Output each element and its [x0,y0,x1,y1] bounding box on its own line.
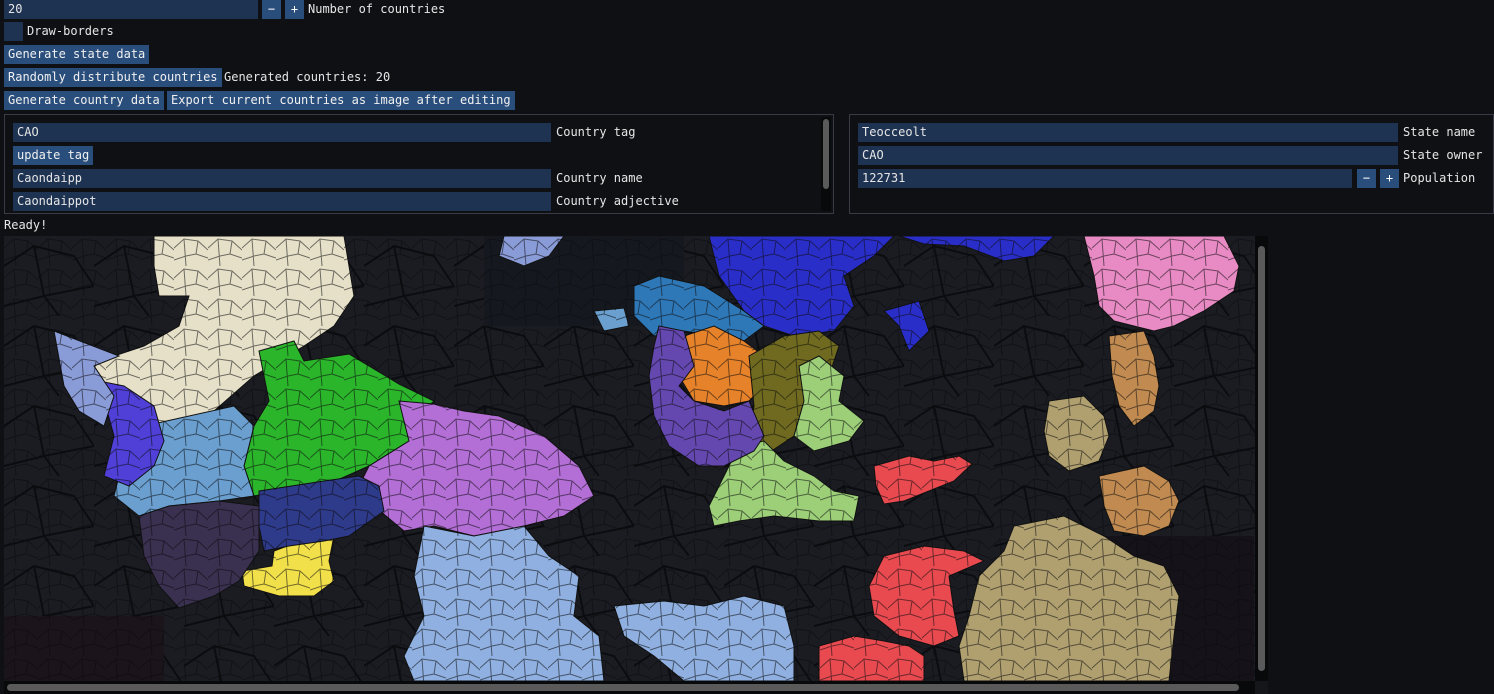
state-name-label: State name [1403,125,1476,139]
map-vertical-scrollbar[interactable] [1255,236,1268,681]
state-panel: Teocceolt State name CAO State owner 122… [849,114,1494,214]
state-owner-input[interactable]: CAO [858,146,1398,165]
country-panel: CAO Country tag update tag Caondaipp Cou… [4,114,834,214]
map-horizontal-scroll-thumb[interactable] [7,684,1239,691]
country-tag-label: Country tag [556,125,636,139]
draw-borders-checkbox[interactable] [4,22,23,41]
map-vertical-scroll-thumb[interactable] [1258,246,1265,671]
country-adjective-input[interactable]: Caondaippot [13,192,551,211]
country-name-label: Country name [556,171,643,185]
generated-countries-text: Generated countries: 20 [224,70,391,84]
population-input[interactable]: 122731 [858,169,1352,188]
country-tag-input[interactable]: CAO [13,123,551,142]
status-text: Ready! [4,218,48,232]
state-owner-label: State owner [1403,148,1483,162]
state-name-input[interactable]: Teocceolt [858,123,1398,142]
country-panel-scrollbar[interactable] [821,117,831,211]
country-name-input[interactable]: Caondaipp [13,169,551,188]
country-count-label: Number of countries [308,2,446,16]
population-increment-button[interactable]: + [1380,169,1399,188]
randomly-distribute-button[interactable]: Randomly distribute countries [4,68,222,87]
country-adjective-label: Country adjective [556,194,679,208]
population-label: Population [1403,171,1476,185]
map-view[interactable] [4,236,1268,694]
update-tag-button[interactable]: update tag [13,146,94,165]
country-count-input[interactable]: 20 [4,0,258,19]
generate-state-data-button[interactable]: Generate state data [4,45,150,64]
draw-borders-label: Draw-borders [27,24,114,38]
generate-country-data-button[interactable]: Generate country data [4,91,164,110]
country-count-increment-button[interactable]: + [285,0,304,19]
country-count-decrement-button[interactable]: − [262,0,281,19]
population-decrement-button[interactable]: − [1357,169,1376,188]
map-horizontal-scrollbar[interactable] [4,681,1255,694]
export-image-button[interactable]: Export current countries as image after … [167,91,515,110]
country-panel-scroll-thumb[interactable] [823,119,829,189]
map-canvas[interactable] [4,236,1255,681]
